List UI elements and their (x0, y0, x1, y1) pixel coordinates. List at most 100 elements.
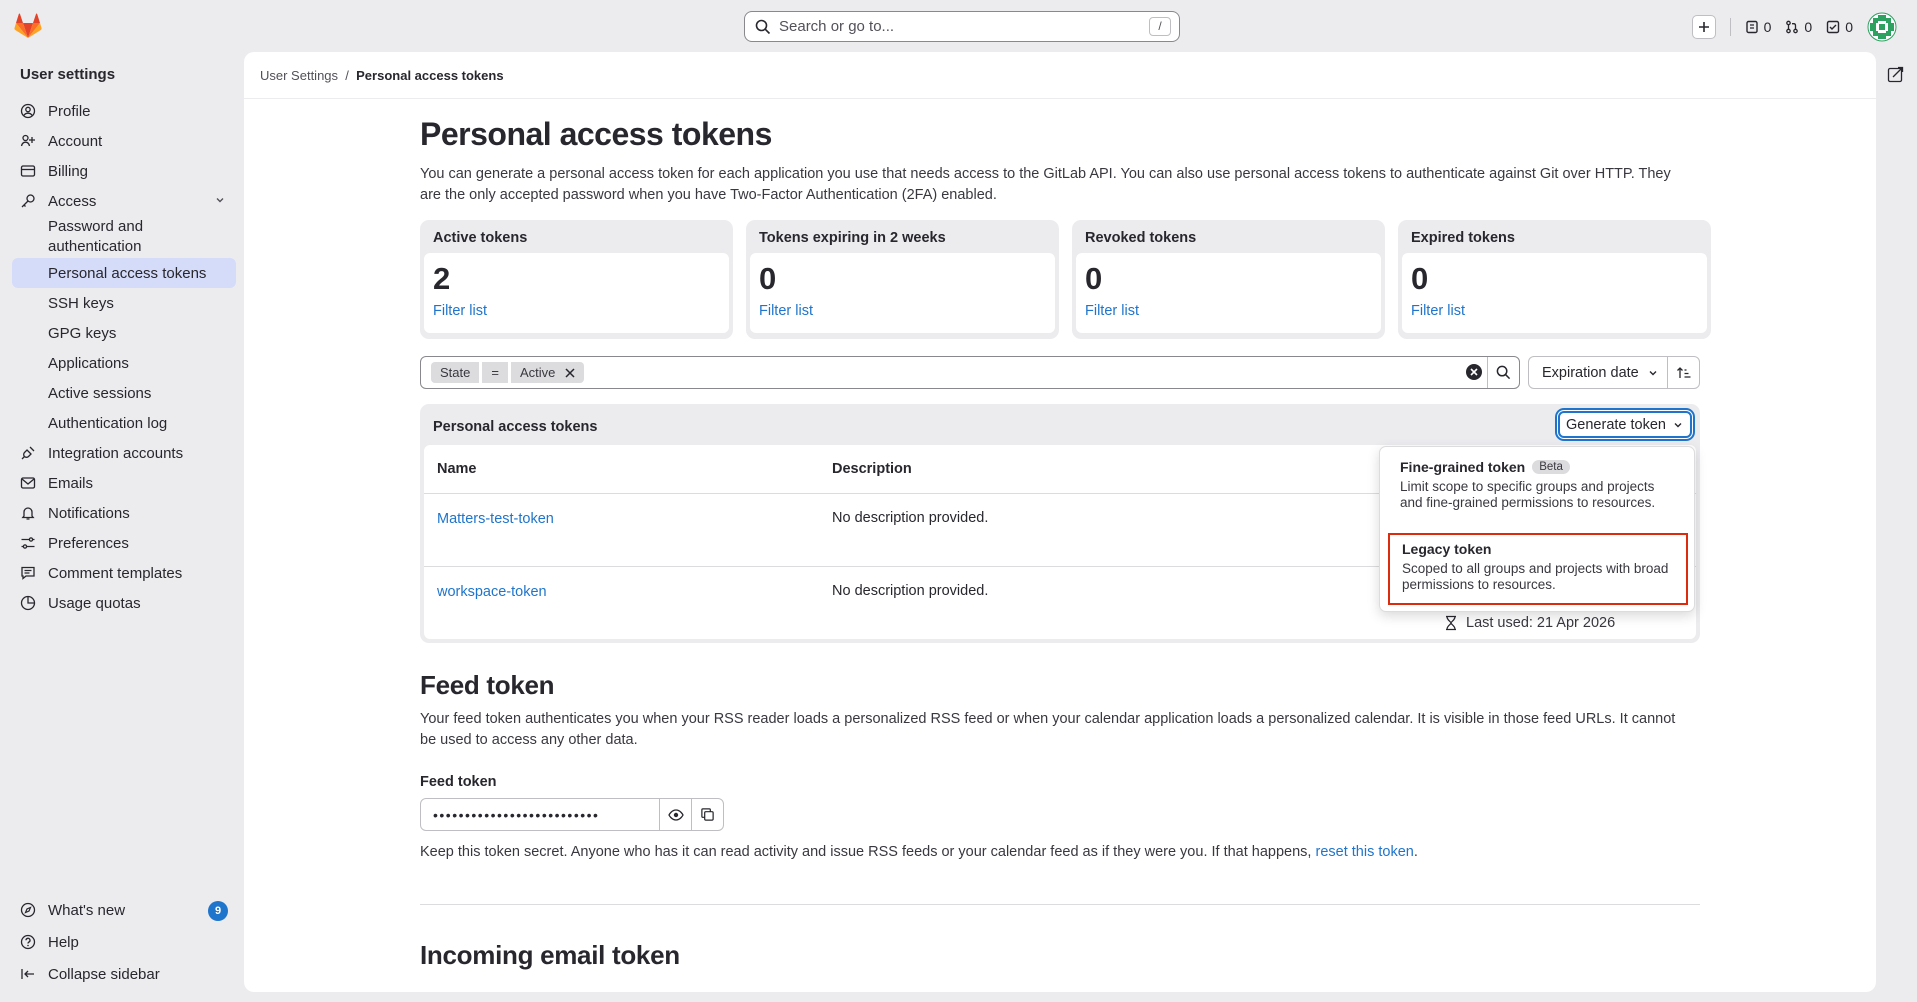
token-name-link[interactable]: workspace-token (437, 584, 547, 600)
breadcrumb: User Settings / Personal access tokens (260, 68, 504, 83)
feed-token-label: Feed token (420, 774, 497, 790)
sidebar-item-notifications[interactable]: Notifications (12, 498, 236, 528)
sidebar-item-billing[interactable]: Billing (12, 156, 236, 186)
sidebar: User settings Profile Account Billing Ac… (0, 52, 244, 1002)
feed-token-value[interactable]: •••••••••••••••••••••••••• (421, 807, 659, 823)
plus-icon (1698, 22, 1709, 32)
tokens-panel-title: Personal access tokens (433, 419, 598, 435)
breadcrumb-user-settings[interactable]: User Settings (260, 68, 338, 83)
issues-count: 0 (1763, 19, 1772, 35)
compass-icon (20, 902, 36, 918)
search-shortcut-badge: / (1149, 17, 1171, 36)
todo-icon (1827, 20, 1840, 34)
sidebar-item-access[interactable]: Access (12, 186, 236, 216)
merge-requests-button[interactable]: 0 (1785, 19, 1812, 35)
reset-token-link[interactable]: reset this token (1316, 844, 1414, 860)
create-new-button[interactable] (1691, 15, 1716, 39)
sidebar-item-authentication-log[interactable]: Authentication log (12, 408, 236, 438)
expired-tokens-filter-link[interactable]: Filter list (1411, 303, 1698, 319)
whats-new-badge: 9 (208, 901, 228, 921)
right-toolbar (1876, 52, 1917, 1002)
sidebar-item-active-sessions[interactable]: Active sessions (12, 378, 236, 408)
search-input[interactable]: Search or go to... / (744, 11, 1180, 42)
todos-button[interactable]: 0 (1826, 19, 1853, 35)
sort-ascending-icon (1676, 366, 1690, 378)
sidebar-item-integration-accounts[interactable]: Integration accounts (12, 438, 236, 468)
sidebar-item-gpg-keys[interactable]: GPG keys (12, 318, 236, 348)
feed-token-heading: Feed token (420, 670, 555, 700)
breadcrumb-current: Personal access tokens (356, 68, 504, 83)
sort-by-dropdown[interactable]: Expiration date (1528, 356, 1668, 389)
bell-icon (21, 507, 35, 520)
question-icon (20, 934, 36, 950)
fine-grained-token-option[interactable]: Fine-grained token Beta Limit scope to sp… (1388, 451, 1688, 519)
chevron-down-icon (1649, 370, 1657, 375)
copy-token-button[interactable] (691, 799, 723, 830)
token-description: No description provided. (832, 510, 989, 526)
active-tokens-filter-link[interactable]: Filter list (433, 303, 720, 319)
key-icon (21, 194, 35, 208)
external-edit-icon[interactable] (1887, 65, 1905, 83)
issues-button[interactable]: 0 (1745, 19, 1772, 35)
sidebar-item-password[interactable]: Password and authentication (12, 216, 236, 258)
sidebar-item-emails[interactable]: Emails (12, 468, 236, 498)
legacy-token-option[interactable]: Legacy token Scoped to all groups and pr… (1388, 533, 1688, 605)
preferences-icon (21, 537, 35, 549)
user-avatar[interactable] (1867, 12, 1897, 42)
sidebar-item-preferences[interactable]: Preferences (12, 528, 236, 558)
merge-request-icon (1786, 20, 1799, 34)
sidebar-item-account[interactable]: Account (12, 126, 236, 156)
generate-token-menu: Fine-grained token Beta Limit scope to sp… (1379, 446, 1695, 612)
sidebar-item-profile[interactable]: Profile (12, 96, 236, 126)
chevron-down-icon (216, 198, 224, 203)
page-description: You can generate a personal access token… (420, 166, 1671, 203)
filter-token-operator: = (482, 362, 508, 383)
active-tokens-card: Active tokens 2 Filter list (420, 220, 733, 339)
main-content: User Settings / Personal access tokens P… (244, 52, 1876, 992)
filter-search-button[interactable] (1487, 357, 1519, 388)
plug-icon (21, 446, 35, 460)
beta-badge: Beta (1532, 460, 1570, 474)
eye-icon (668, 808, 684, 821)
feed-token-help: Keep this token secret. Anyone who has i… (420, 844, 1418, 860)
clear-filter-icon[interactable] (1465, 363, 1483, 381)
collapse-sidebar-button[interactable]: Collapse sidebar (12, 958, 236, 990)
token-description: No description provided. (832, 583, 989, 599)
whats-new-button[interactable]: What's new 9 (12, 894, 236, 926)
search-placeholder: Search or go to... (779, 18, 895, 35)
help-button[interactable]: Help (12, 926, 236, 958)
remove-token-icon[interactable] (565, 367, 575, 378)
revoked-tokens-filter-link[interactable]: Filter list (1085, 303, 1372, 319)
collapse-left-icon (21, 969, 34, 979)
account-icon (20, 134, 35, 147)
sort-direction-button[interactable] (1667, 356, 1700, 389)
expiring-tokens-filter-link[interactable]: Filter list (759, 303, 1046, 319)
top-bar: Search or go to... / 0 0 0 (0, 0, 1917, 52)
filter-search-bar[interactable]: State = Active (420, 356, 1520, 389)
reveal-token-button[interactable] (659, 799, 691, 830)
expired-tokens-card: Expired tokens 0 Filter list (1398, 220, 1711, 339)
credit-card-icon (20, 165, 36, 177)
feed-token-description: Your feed token authenticates you when y… (420, 711, 1676, 748)
expiring-tokens-card: Tokens expiring in 2 weeks 0 Filter list (746, 220, 1059, 339)
sidebar-item-comment-templates[interactable]: Comment templates (12, 558, 236, 588)
chevron-down-icon (1674, 422, 1682, 427)
revoked-tokens-card: Revoked tokens 0 Filter list (1072, 220, 1385, 339)
token-last-used: Last used: 21 Apr 2026 (1444, 615, 1615, 631)
sidebar-item-usage-quotas[interactable]: Usage quotas (12, 588, 236, 618)
mr-count: 0 (1804, 19, 1813, 35)
search-icon (755, 19, 771, 34)
comment-icon (21, 566, 35, 580)
filter-token-value: Active (510, 362, 585, 383)
gitlab-logo-icon[interactable] (14, 13, 42, 39)
column-header-name: Name (437, 461, 477, 477)
hourglass-icon (1446, 615, 1456, 631)
sidebar-item-personal-access-tokens[interactable]: Personal access tokens (12, 258, 236, 288)
copy-icon (701, 808, 714, 821)
sidebar-title: User settings (20, 66, 116, 83)
todo-count: 0 (1845, 19, 1853, 35)
generate-token-button[interactable]: Generate token (1558, 411, 1692, 438)
token-name-link[interactable]: Matters-test-token (437, 511, 554, 527)
sidebar-item-ssh-keys[interactable]: SSH keys (12, 288, 236, 318)
sidebar-item-applications[interactable]: Applications (12, 348, 236, 378)
